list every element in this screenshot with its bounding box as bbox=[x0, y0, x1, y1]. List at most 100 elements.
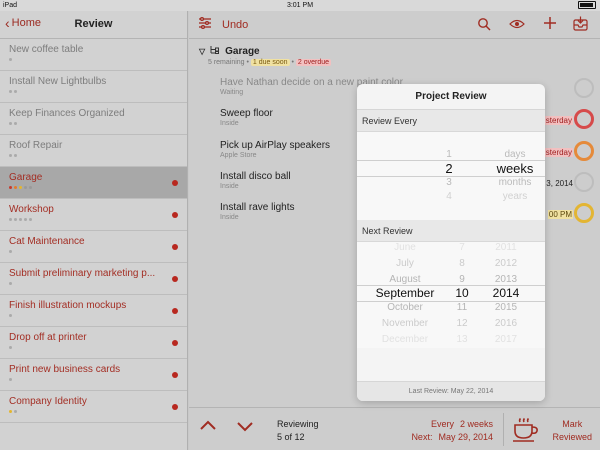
project-title: Garage bbox=[225, 45, 260, 57]
inbox-icon[interactable] bbox=[573, 16, 588, 34]
task-title: Pick up AirPlay speakers bbox=[220, 140, 331, 151]
sidebar-project-item[interactable]: New coffee table bbox=[0, 39, 187, 71]
mark-label-line2: Reviewed bbox=[552, 432, 592, 442]
day-option[interactable]: 12 bbox=[447, 318, 477, 329]
search-icon[interactable] bbox=[477, 17, 491, 34]
sidebar-project-name: Finish illustration mockups bbox=[9, 300, 127, 311]
task-status-circle[interactable] bbox=[574, 78, 594, 98]
status-dot bbox=[14, 90, 17, 93]
status-dot bbox=[14, 154, 17, 157]
month-option[interactable]: October bbox=[363, 302, 447, 313]
sidebar-project-item[interactable]: Drop off at printer bbox=[0, 327, 187, 359]
day-option[interactable]: 8 bbox=[447, 258, 477, 269]
year-option[interactable]: 2013 bbox=[481, 274, 531, 285]
review-every-header: Review Every bbox=[357, 110, 545, 132]
sidebar-project-item[interactable]: Workshop bbox=[0, 199, 187, 231]
sidebar-project-item[interactable]: Garage bbox=[0, 167, 187, 199]
interval-number-option[interactable]: 1 bbox=[437, 149, 461, 160]
next-project-button[interactable] bbox=[235, 416, 255, 441]
task-row[interactable]: Sweep floor Inside bbox=[220, 108, 273, 127]
add-icon[interactable] bbox=[543, 16, 557, 33]
task-status-circle[interactable] bbox=[574, 141, 594, 161]
eye-icon[interactable] bbox=[509, 18, 525, 33]
status-dots bbox=[9, 250, 187, 254]
remaining-count: 5 remaining bbox=[208, 59, 245, 66]
battery-icon bbox=[578, 1, 596, 9]
review-interval-picker[interactable]: 1 days 2 weeks 3 months 4 years bbox=[357, 132, 545, 220]
month-option[interactable]: December bbox=[363, 334, 447, 345]
task-title: Install rave lights bbox=[220, 202, 295, 213]
interval-number-option[interactable]: 2 bbox=[437, 161, 461, 176]
status-bar: iPad 3:01 PM bbox=[0, 0, 600, 11]
year-option[interactable]: 2015 bbox=[481, 302, 531, 313]
coffee-cup-icon[interactable] bbox=[511, 414, 541, 444]
every-label: Every bbox=[430, 419, 454, 429]
sidebar-project-item[interactable]: Install New Lightbulbs bbox=[0, 71, 187, 103]
task-title: Install disco ball bbox=[220, 171, 291, 182]
year-option[interactable]: 2012 bbox=[481, 258, 531, 269]
sidebar-project-name: New coffee table bbox=[9, 44, 84, 55]
year-option[interactable]: 2014 bbox=[481, 286, 531, 300]
sidebar-project-item[interactable]: Cat Maintenance bbox=[0, 231, 187, 263]
project-header: ▽ Garage 5 remaining • 1 due soon • 2 ov… bbox=[199, 45, 332, 66]
status-dot bbox=[9, 186, 12, 189]
month-option[interactable]: November bbox=[363, 318, 447, 329]
status-dot bbox=[14, 410, 17, 413]
task-status-circle[interactable] bbox=[574, 172, 594, 192]
task-row[interactable]: Install rave lights Inside bbox=[220, 202, 294, 221]
sidebar-project-item[interactable]: Print new business cards bbox=[0, 359, 187, 391]
day-option[interactable]: 9 bbox=[447, 274, 477, 285]
flag-dot-icon bbox=[172, 340, 178, 346]
sidebar-project-name: Drop off at printer bbox=[9, 332, 87, 343]
day-option[interactable]: 7 bbox=[447, 242, 477, 253]
sidebar-project-item[interactable]: Roof Repair bbox=[0, 135, 187, 167]
task-context: Inside bbox=[220, 120, 239, 127]
task-row[interactable]: Install disco ball Inside bbox=[220, 171, 291, 190]
view-options-icon[interactable] bbox=[198, 16, 212, 33]
previous-project-button[interactable] bbox=[198, 416, 218, 441]
interval-unit-option[interactable]: days bbox=[483, 149, 545, 160]
status-dot bbox=[29, 218, 32, 221]
year-option[interactable]: 2011 bbox=[481, 242, 531, 253]
interval-number-option[interactable]: 4 bbox=[437, 191, 461, 202]
month-option[interactable]: August bbox=[363, 274, 447, 285]
sidebar-project-item[interactable]: Submit preliminary marketing p... bbox=[0, 263, 187, 295]
status-dots bbox=[9, 58, 187, 62]
status-dot bbox=[9, 282, 12, 285]
task-status-circle[interactable] bbox=[574, 203, 594, 223]
year-option[interactable]: 2016 bbox=[481, 318, 531, 329]
month-option[interactable]: September bbox=[363, 286, 447, 300]
interval-unit-option[interactable]: weeks bbox=[483, 161, 545, 176]
next-review-date-picker[interactable]: June 7 2011 July 8 2012 August 9 2013 September 10… bbox=[357, 242, 545, 348]
year-option[interactable]: 2017 bbox=[481, 334, 531, 345]
task-due-date: sterday bbox=[544, 148, 573, 157]
day-option[interactable]: 11 bbox=[447, 302, 477, 313]
sidebar-project-item[interactable]: Finish illustration mockups bbox=[0, 295, 187, 327]
sidebar-project-item[interactable]: Keep Finances Organized bbox=[0, 103, 187, 135]
sidebar-header: ‹ Home Review bbox=[0, 11, 187, 39]
disclosure-triangle-icon[interactable]: ▽ bbox=[199, 47, 205, 56]
status-dot bbox=[9, 154, 12, 157]
month-option[interactable]: June bbox=[363, 242, 447, 253]
mark-reviewed-button[interactable]: Mark Reviewed bbox=[552, 418, 592, 444]
toolbar: Undo bbox=[189, 11, 600, 39]
sidebar-project-item[interactable]: Company Identity bbox=[0, 391, 187, 423]
task-due-date: 00 PM bbox=[547, 210, 573, 219]
month-option[interactable]: July bbox=[363, 258, 447, 269]
interval-unit-option[interactable]: years bbox=[483, 191, 545, 202]
interval-unit-option[interactable]: months bbox=[483, 177, 545, 188]
day-option[interactable]: 13 bbox=[447, 334, 477, 345]
status-dots bbox=[9, 186, 187, 190]
task-status-circle[interactable] bbox=[574, 109, 594, 129]
day-option[interactable]: 10 bbox=[447, 286, 477, 300]
overdue-badge: 2 overdue bbox=[295, 59, 332, 66]
project-summary: 5 remaining • 1 due soon • 2 overdue bbox=[208, 59, 332, 66]
flag-dot-icon bbox=[172, 212, 178, 218]
review-schedule-button[interactable]: Every 2 weeks Next: May 29, 2014 bbox=[411, 418, 493, 444]
flag-dot-icon bbox=[172, 276, 178, 282]
review-bottom-bar: Reviewing 5 of 12 Every 2 weeks Next: May … bbox=[189, 407, 600, 450]
undo-button[interactable]: Undo bbox=[222, 19, 248, 31]
task-row[interactable]: Pick up AirPlay speakers Apple Store bbox=[220, 140, 330, 159]
interval-number-option[interactable]: 3 bbox=[437, 177, 461, 188]
status-dots bbox=[9, 378, 187, 382]
